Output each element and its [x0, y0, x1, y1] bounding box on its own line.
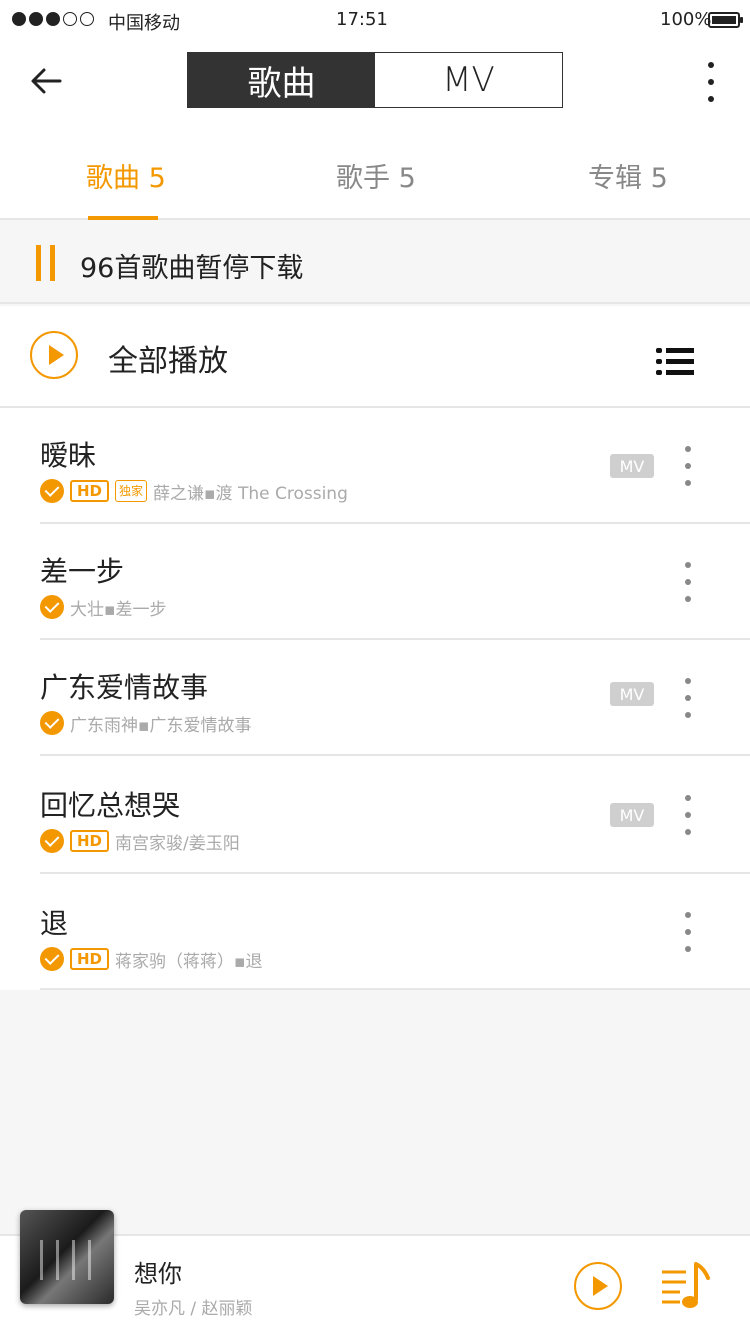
mv-badge[interactable]: MV	[610, 454, 654, 478]
play-circle-icon[interactable]	[30, 331, 78, 379]
song-artist: 广东雨神▪广东爱情故事	[70, 715, 252, 736]
list-icon[interactable]	[656, 348, 694, 376]
tab-active-indicator	[88, 216, 158, 220]
hd-badge: HD	[70, 948, 110, 970]
music-note-list-icon[interactable]	[660, 1260, 712, 1312]
status-bar: 中国移动 17:51 100%	[0, 0, 750, 40]
song-title: 暧昧	[40, 439, 97, 472]
check-circle-icon	[40, 479, 64, 503]
play-circle-icon[interactable]	[574, 1262, 622, 1310]
vertical-ellipsis-icon[interactable]	[700, 60, 722, 104]
hd-badge: HD	[70, 480, 110, 502]
song-title: 回忆总想哭	[40, 789, 181, 822]
song-title: 广东爱情故事	[40, 671, 209, 704]
play-all-row[interactable]: 全部播放	[0, 306, 750, 408]
battery-percent: 100%	[660, 9, 712, 30]
tab-albums[interactable]: 专辑 5	[588, 156, 668, 195]
list-item[interactable]: 暧昧 HD 独家 薛之谦▪渡 The Crossing MV	[0, 408, 750, 524]
song-meta: 大壮▪差一步	[40, 594, 167, 620]
hd-badge: HD	[70, 830, 110, 852]
now-playing-title: 想你	[134, 1260, 182, 1288]
mv-badge[interactable]: MV	[610, 803, 654, 827]
vertical-ellipsis-icon[interactable]	[680, 446, 696, 486]
exclusive-badge: 独家	[115, 480, 148, 502]
download-banner[interactable]: 96首歌曲暂停下载	[0, 222, 750, 304]
list-item[interactable]: 广东爱情故事 广东雨神▪广东爱情故事 MV	[0, 640, 750, 756]
carrier-name: 中国移动	[108, 13, 180, 34]
pause-icon[interactable]	[36, 245, 58, 281]
list-item[interactable]: 差一步 大壮▪差一步	[0, 524, 750, 640]
song-meta: HD 南宫家骏/姜玉阳	[40, 828, 240, 854]
signal-strength-icon	[12, 12, 94, 26]
song-artist: 蒋家驹（蒋蒋）▪退	[115, 951, 263, 972]
mini-player[interactable]: 想你 吴亦凡 / 赵丽颖	[0, 1210, 750, 1334]
download-status-text: 96首歌曲暂停下载	[80, 253, 304, 284]
divider	[40, 988, 750, 990]
song-meta: HD 独家 薛之谦▪渡 The Crossing	[40, 478, 348, 504]
song-meta: 广东雨神▪广东爱情故事	[40, 710, 252, 736]
list-item[interactable]: 退 HD 蒋家驹（蒋蒋）▪退	[0, 874, 750, 990]
song-artist: 南宫家骏/姜玉阳	[115, 833, 240, 854]
check-circle-icon	[40, 947, 64, 971]
now-playing-artist: 吴亦凡 / 赵丽颖	[134, 1299, 253, 1319]
vertical-ellipsis-icon[interactable]	[680, 795, 696, 835]
tab-singers[interactable]: 歌手 5	[336, 156, 416, 195]
check-circle-icon	[40, 595, 64, 619]
song-list: 暧昧 HD 独家 薛之谦▪渡 The Crossing MV 差一步 大壮▪差一…	[0, 408, 750, 990]
song-artist: 薛之谦▪渡 The Crossing	[153, 483, 348, 504]
album-cover[interactable]	[20, 1210, 114, 1304]
list-item[interactable]: 回忆总想哭 HD 南宫家骏/姜玉阳 MV	[0, 756, 750, 874]
mv-badge[interactable]: MV	[610, 682, 654, 706]
vertical-ellipsis-icon[interactable]	[680, 912, 696, 952]
status-time: 17:51	[336, 9, 388, 30]
segment-mv[interactable]: MV	[375, 53, 562, 107]
segment-control: 歌曲 MV	[187, 52, 563, 108]
song-artist: 大壮▪差一步	[70, 599, 167, 620]
vertical-ellipsis-icon[interactable]	[680, 562, 696, 602]
song-title: 退	[40, 907, 69, 940]
vertical-ellipsis-icon[interactable]	[680, 678, 696, 718]
play-all-label: 全部播放	[108, 344, 228, 379]
category-tabs: 歌曲 5 歌手 5 专辑 5	[0, 130, 750, 220]
battery-icon	[708, 12, 743, 28]
tab-songs[interactable]: 歌曲 5	[86, 156, 166, 195]
arrow-left-icon[interactable]	[26, 62, 66, 102]
check-circle-icon	[40, 829, 64, 853]
segment-songs[interactable]: 歌曲	[188, 53, 375, 107]
song-meta: HD 蒋家驹（蒋蒋）▪退	[40, 946, 263, 972]
song-title: 差一步	[40, 555, 125, 588]
check-circle-icon	[40, 711, 64, 735]
top-bar: 歌曲 MV	[0, 40, 750, 130]
